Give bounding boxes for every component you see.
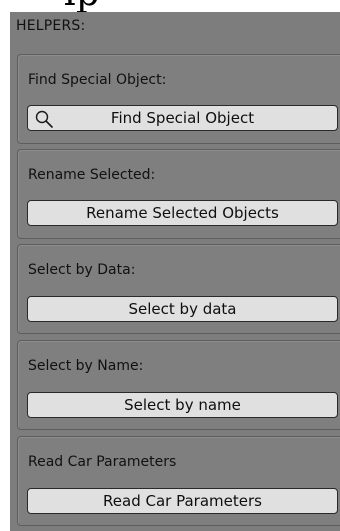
- select-by-name-button[interactable]: Select by name: [27, 392, 338, 418]
- find-special-object-button-label: Find Special Object: [110, 109, 255, 127]
- rename-selected-objects-button[interactable]: Rename Selected Objects: [27, 200, 338, 226]
- select-by-data-button[interactable]: Select by data: [27, 296, 338, 322]
- search-icon: [35, 110, 53, 128]
- group-select-by-name: Select by Name: Select by name: [17, 340, 340, 430]
- group-label-select-by-data: Select by Data:: [28, 262, 136, 278]
- group-select-by-data: Select by Data: Select by data: [17, 244, 340, 334]
- group-label-rename-selected: Rename Selected:: [28, 167, 156, 183]
- group-label-find-special-object: Find Special Object:: [28, 72, 167, 88]
- group-label-select-by-name: Select by Name:: [28, 358, 144, 374]
- rename-selected-objects-button-label: Rename Selected Objects: [86, 204, 279, 222]
- select-by-data-button-label: Select by data: [128, 300, 237, 318]
- select-by-name-button-label: Select by name: [124, 396, 241, 414]
- group-label-read-car-parameters: Read Car Parameters: [28, 454, 177, 470]
- read-car-parameters-button[interactable]: Read Car Parameters: [27, 488, 338, 514]
- helpers-panel: HELPERS: Find Special Object: Find Speci…: [10, 12, 340, 531]
- find-special-object-button[interactable]: Find Special Object: [27, 105, 338, 131]
- group-rename-selected: Rename Selected: Rename Selected Objects: [17, 149, 340, 239]
- group-read-car-parameters: Read Car Parameters Read Car Parameters: [17, 436, 340, 526]
- panel-title: HELPERS:: [16, 18, 86, 34]
- group-find-special-object: Find Special Object: Find Special Object: [17, 54, 340, 144]
- read-car-parameters-button-label: Read Car Parameters: [103, 492, 262, 510]
